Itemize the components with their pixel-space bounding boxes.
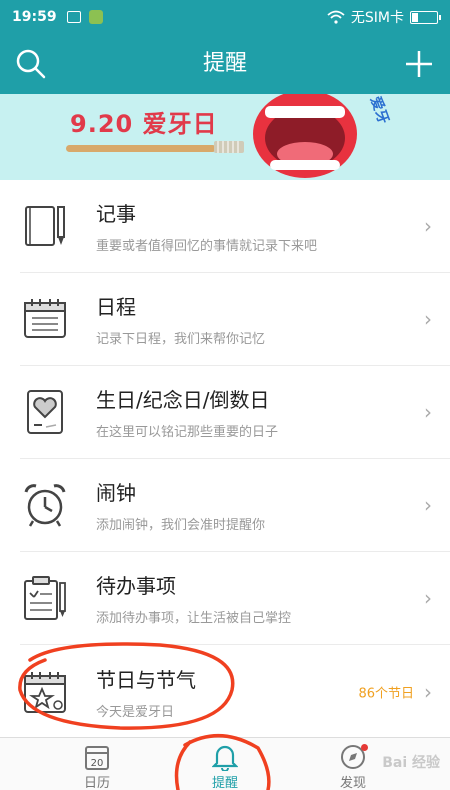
watermark: Bai 经验 xyxy=(382,755,440,771)
status-bar: 19:59 无SIM卡 xyxy=(0,0,450,34)
item-subtitle: 今天是爱牙日 xyxy=(96,704,175,720)
chevron-right-icon: › xyxy=(424,214,432,238)
item-title: 记事 xyxy=(96,202,136,226)
item-title: 生日/纪念日/倒数日 xyxy=(96,388,270,412)
chevron-right-icon: › xyxy=(424,400,432,424)
item-title: 闹钟 xyxy=(96,481,136,505)
chevron-right-icon: › xyxy=(424,586,432,610)
item-subtitle: 添加待办事项，让生活被自己掌控 xyxy=(96,611,292,626)
wifi-icon xyxy=(327,10,345,24)
festival-count: 86个节日 xyxy=(358,686,414,701)
chevron-right-icon: › xyxy=(424,493,432,517)
calendar-icon: 20 xyxy=(85,746,109,770)
notebook-icon xyxy=(25,206,65,246)
tab-label: 提醒 xyxy=(211,776,238,790)
list-item-schedule[interactable]: 日程 记录下日程，我们来帮你记忆 › xyxy=(20,273,450,366)
list-item-alarm[interactable]: 闹钟 添加闹钟，我们会准时提醒你 › xyxy=(20,459,450,552)
chevron-right-icon: › xyxy=(424,679,432,704)
tab-calendar[interactable]: 20 日历 xyxy=(57,742,137,790)
calendar-star-icon xyxy=(24,671,66,713)
reminder-list: 记事 重要或者值得回忆的事情就记录下来吧 › 日程 记录下日程，我们来帮你记忆 … xyxy=(0,180,450,738)
app-notification-icon xyxy=(88,10,103,24)
list-item-notes[interactable]: 记事 重要或者值得回忆的事情就记录下来吧 › xyxy=(20,180,450,273)
tab-label: 发现 xyxy=(339,776,366,790)
item-subtitle: 重要或者值得回忆的事情就记录下来吧 xyxy=(96,239,318,254)
tab-reminder[interactable]: 提醒 xyxy=(185,742,265,790)
item-subtitle: 记录下日程，我们来帮你记忆 xyxy=(96,332,266,347)
carrier-label: 无SIM卡 xyxy=(350,10,404,26)
clipboard-icon xyxy=(24,576,66,620)
tab-label: 日历 xyxy=(83,776,110,790)
alarm-clock-icon xyxy=(24,484,66,527)
screenshot-icon xyxy=(66,11,81,23)
calendar-tab-badge: 20 xyxy=(91,758,104,769)
schedule-icon xyxy=(24,299,66,338)
promo-banner[interactable]: 9.20 爱牙日 爱牙 xyxy=(0,94,450,180)
list-item-festivals[interactable]: 节日与节气 今天是爱牙日 86个节日 › xyxy=(20,645,450,738)
item-subtitle: 添加闹钟，我们会准时提醒你 xyxy=(96,518,266,533)
item-title: 待办事项 xyxy=(96,574,176,598)
heart-card-icon xyxy=(27,390,63,434)
list-item-birthday[interactable]: 生日/纪念日/倒数日 在这里可以铭记那些重要的日子 › xyxy=(20,366,450,459)
app-header: 提醒 xyxy=(0,34,450,94)
chevron-right-icon: › xyxy=(424,307,432,331)
add-icon[interactable] xyxy=(402,47,436,81)
notification-dot xyxy=(361,744,368,751)
bell-icon xyxy=(212,745,238,771)
tab-discover[interactable]: 发现 xyxy=(313,742,393,790)
status-time: 19:59 xyxy=(12,9,57,25)
item-subtitle: 在这里可以铭记那些重要的日子 xyxy=(96,425,279,440)
battery-icon xyxy=(410,10,441,24)
page-title: 提醒 xyxy=(202,51,247,76)
list-item-todo[interactable]: 待办事项 添加待办事项，让生活被自己掌控 › xyxy=(20,552,450,645)
item-title: 日程 xyxy=(96,295,136,319)
banner-text: 9.20 爱牙日 xyxy=(70,110,218,138)
